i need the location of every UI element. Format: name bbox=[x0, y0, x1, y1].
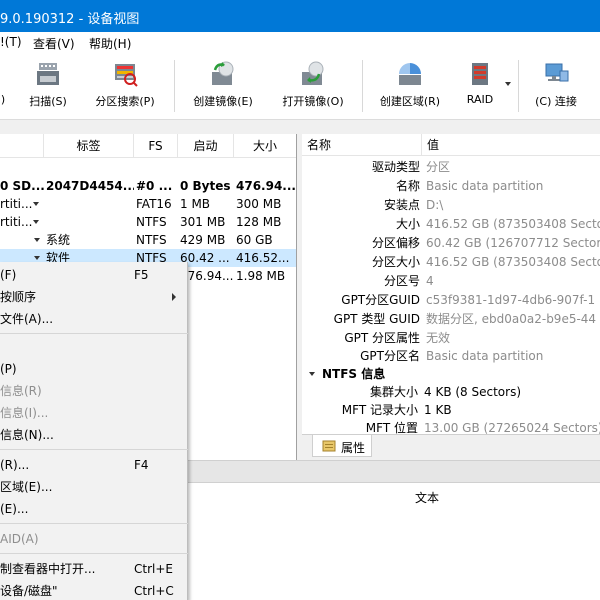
connect-button[interactable]: (C) 连接 bbox=[524, 54, 588, 118]
menu-item-info-i[interactable]: 信息(I)... bbox=[0, 402, 188, 424]
property-row[interactable]: 分区偏移 60.42 GB (126707712 Sectors) bbox=[302, 234, 600, 252]
menu-item-r[interactable]: (R)... F4 bbox=[0, 454, 188, 476]
property-row[interactable]: 驱动类型 分区 bbox=[302, 158, 600, 176]
raid-icon bbox=[472, 63, 488, 85]
column-header-label[interactable]: 标签 bbox=[44, 134, 134, 158]
ntfs-section-header[interactable]: NTFS 信息 bbox=[302, 365, 600, 383]
create-image-icon bbox=[212, 61, 234, 85]
menu-separator bbox=[0, 523, 188, 524]
property-row[interactable]: 集群大小 4 KB (8 Sectors) bbox=[302, 383, 600, 401]
toolbar-separator bbox=[362, 60, 363, 112]
property-row[interactable]: GPT 类型 GUID 数据分区, ebd0a0a2-b9e5-44 bbox=[302, 310, 600, 328]
device-row-disk[interactable]: 0 SD... 2047D4454... #0 ... 0 Bytes 476.… bbox=[0, 177, 296, 195]
menu-tools[interactable]: !(T) bbox=[0, 35, 22, 49]
menu-item-e[interactable]: (E)... bbox=[0, 498, 188, 520]
menu-separator bbox=[0, 333, 188, 334]
chevron-down-icon[interactable] bbox=[34, 238, 40, 242]
menu-item-sort-order[interactable]: 按顺序 bbox=[0, 286, 188, 308]
property-value-header[interactable]: 值 bbox=[422, 134, 600, 156]
chevron-down-icon[interactable] bbox=[34, 256, 40, 260]
scan-button[interactable]: 扫描(S) bbox=[22, 54, 74, 118]
menu-item-file[interactable]: 文件(A)... bbox=[0, 308, 188, 330]
column-header-fs[interactable]: FS bbox=[134, 134, 178, 158]
properties-tab-strip: 属性 bbox=[302, 434, 600, 460]
menu-item-region[interactable]: 区域(E)... bbox=[0, 476, 188, 498]
title-bar: 9.0.190312 - 设备视图 bbox=[0, 0, 600, 32]
toolbar-partial-button[interactable]: ) bbox=[0, 54, 10, 118]
submenu-arrow-icon bbox=[172, 293, 176, 301]
device-row-partition[interactable]: 系统 NTFS 429 MB 60 GB bbox=[0, 231, 296, 249]
open-image-icon bbox=[302, 61, 324, 85]
menu-item-raid[interactable]: AID(A) bbox=[0, 528, 188, 550]
raid-button[interactable]: RAID bbox=[458, 54, 502, 118]
property-row[interactable]: GPT分区名 Basic data partition bbox=[302, 347, 600, 365]
create-region-icon bbox=[399, 63, 421, 85]
menu-item-info-r[interactable]: 信息(R) bbox=[0, 380, 188, 402]
property-row[interactable]: GPT分区GUID c53f9381-1d97-4db6-907f-1 bbox=[302, 291, 600, 309]
tab-properties[interactable]: 属性 bbox=[312, 435, 372, 457]
menu-item-info-n[interactable]: 信息(N)... bbox=[0, 424, 188, 446]
toolbar-separator bbox=[174, 60, 175, 112]
connect-icon bbox=[545, 63, 569, 82]
toolbar: ) 扫描(S) 分区搜索(P) 创建镜像(E) 打开镜像(O) 创建区域(R) … bbox=[0, 54, 600, 120]
create-region-button[interactable]: 创建区域(R) bbox=[372, 54, 448, 118]
property-row[interactable]: 分区大小416.52 GB (873503408 Sectors) bbox=[302, 253, 600, 271]
scan-icon bbox=[37, 63, 59, 85]
property-row[interactable]: GPT 分区属性 无效 bbox=[302, 329, 600, 347]
column-header-size[interactable]: 大小 bbox=[234, 134, 296, 158]
column-header-name[interactable] bbox=[0, 134, 44, 158]
menu-item-refresh[interactable]: (F) F5 bbox=[0, 264, 188, 286]
chevron-down-icon[interactable] bbox=[33, 202, 39, 206]
device-row-partition[interactable]: rtiti... NTFS 301 MB 128 MB bbox=[0, 213, 296, 231]
context-menu: (F) F5 按顺序 文件(A)... (P) 信息(R) 信息(I)... 信息… bbox=[0, 262, 188, 600]
property-row[interactable]: MFT 位置 13.00 GB (27265024 Sectors) bbox=[302, 419, 600, 434]
column-header-start[interactable]: 启动 bbox=[178, 134, 234, 158]
menu-help[interactable]: 帮助(H) bbox=[89, 35, 131, 52]
text-column-header: 文本 bbox=[415, 491, 440, 505]
property-row[interactable]: 名称 Basic data partition bbox=[302, 177, 600, 195]
menu-separator bbox=[0, 449, 188, 450]
partition-search-button[interactable]: 分区搜索(P) bbox=[88, 54, 162, 118]
chevron-down-icon[interactable] bbox=[33, 220, 39, 224]
property-row[interactable]: 安装点 D:\ bbox=[302, 196, 600, 214]
chevron-down-icon[interactable] bbox=[309, 372, 315, 376]
property-name-header[interactable]: 名称 bbox=[302, 134, 422, 156]
property-row[interactable]: 分区号 4 bbox=[302, 272, 600, 290]
create-image-button[interactable]: 创建镜像(E) bbox=[184, 54, 262, 118]
menu-item-open-in-viewer[interactable]: 制查看器中打开... Ctrl+E bbox=[0, 558, 188, 580]
property-row[interactable]: 大小416.52 GB (873503408 Sectors) bbox=[302, 215, 600, 233]
menu-bar: !(T) 查看(V) 帮助(H) bbox=[0, 32, 600, 54]
toolbar-separator bbox=[518, 60, 519, 112]
device-row-partition[interactable]: rtiti... FAT16 1 MB 300 MB bbox=[0, 195, 296, 213]
menu-view[interactable]: 查看(V) bbox=[33, 35, 75, 52]
partition-search-icon bbox=[115, 64, 138, 87]
property-row[interactable]: MFT 记录大小 1 KB bbox=[302, 401, 600, 419]
properties-icon bbox=[322, 440, 336, 452]
open-image-button[interactable]: 打开镜像(O) bbox=[274, 54, 352, 118]
chevron-down-icon bbox=[505, 82, 511, 86]
menu-item-p[interactable]: (P) bbox=[0, 358, 188, 380]
raid-dropdown-arrow[interactable] bbox=[503, 54, 513, 118]
properties-panel: 名称 值 驱动类型 分区 名称 Basic data partition 安装点 D:… bbox=[302, 134, 600, 434]
window-title: 9.0.190312 - 设备视图 bbox=[0, 12, 140, 27]
menu-item-copy-device[interactable]: 设备/磁盘" Ctrl+C bbox=[0, 580, 188, 600]
menu-separator bbox=[0, 553, 188, 554]
